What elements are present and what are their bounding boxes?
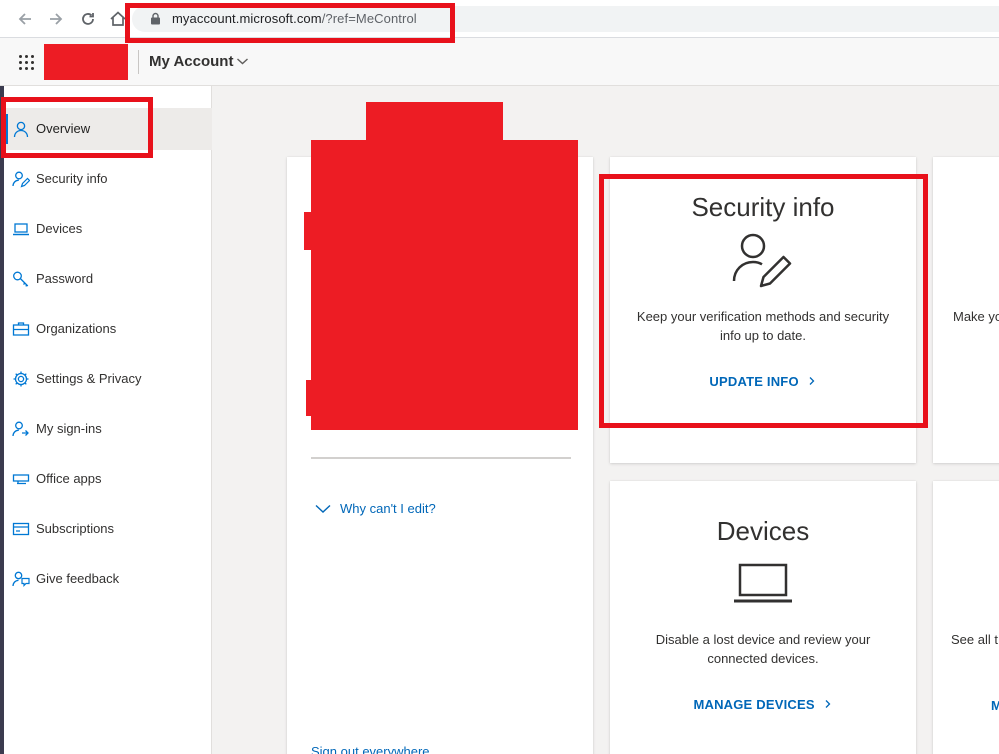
sidebar-item-label: Devices [36,221,83,236]
subscriptions-icon [12,522,30,536]
sidebar-item-label: Security info [36,171,108,186]
app-launcher-icon[interactable] [16,52,38,74]
key-icon [13,271,29,287]
sidebar: Overview Security info Devices Password … [4,86,212,754]
sidebar-item-security-info[interactable]: Security info [4,158,212,200]
sidebar-item-my-sign-ins[interactable]: My sign-ins [4,408,212,450]
sidebar-item-label: Subscriptions [36,521,115,536]
office-apps-icon [12,474,30,485]
laptop-icon [734,563,792,603]
partial-card-bottom[interactable]: See all t M [933,481,999,754]
sidebar-item-label: Office apps [36,471,102,486]
highlight-box-overview [1,97,153,158]
sidebar-item-office-apps[interactable]: Office apps [4,458,212,500]
redacted-profile-info [311,140,578,430]
why-cant-i-edit-link[interactable]: Why can't I edit? [340,501,436,516]
card-description: See all t [951,632,998,647]
sidebar-item-subscriptions[interactable]: Subscriptions [4,508,212,550]
profile-divider [311,457,571,459]
sidebar-item-label: Organizations [36,321,117,336]
card-link[interactable]: M [991,698,999,713]
reload-icon [82,13,94,25]
chevron-right-icon [825,700,830,708]
sidebar-item-give-feedback[interactable]: Give feedback [4,558,212,600]
sidebar-item-label: My sign-ins [36,421,102,436]
redacted-fragment [306,380,316,416]
card-description: Make yo [953,309,999,324]
card-title: Devices [716,516,810,546]
highlight-box-url [125,3,455,43]
forward-button[interactable] [45,8,67,30]
sidebar-item-label: Settings & Privacy [36,371,142,386]
card-description: Disable a lost device and review your co… [655,632,871,666]
person-sign-in-icon [12,421,29,437]
highlight-box-security-info [599,174,928,428]
app-title[interactable]: My Account [149,53,233,70]
laptop-icon [13,223,29,236]
partial-card-top[interactable]: Make yo [933,157,999,463]
sidebar-item-label: Give feedback [36,571,120,586]
app-header: My Account [0,38,999,86]
sidebar-item-settings-privacy[interactable]: Settings & Privacy [4,358,212,400]
arrow-left-icon [18,13,31,25]
sidebar-item-password[interactable]: Password [4,258,212,300]
sign-out-everywhere-link[interactable]: Sign out everywhere [311,744,430,754]
sidebar-item-label: Password [36,271,94,286]
devices-card[interactable]: Devices Disable a lost device and review… [610,481,916,754]
back-button[interactable] [14,8,36,30]
chevron-down-icon[interactable] [236,56,249,66]
link-label: MANAGE DEVICES [693,697,815,712]
briefcase-icon [12,322,30,336]
sidebar-item-devices[interactable]: Devices [4,208,212,250]
sidebar-item-organizations[interactable]: Organizations [4,308,212,350]
gear-icon [13,371,29,387]
feedback-icon [12,571,30,587]
header-divider [138,50,139,74]
chevron-down-icon[interactable] [315,504,331,514]
redacted-logo [44,44,128,80]
redacted-fragment [304,212,316,250]
person-edit-icon [12,171,30,188]
arrow-right-icon [50,13,63,25]
reload-button[interactable] [77,8,99,30]
manage-devices-link[interactable]: MANAGE DEVICES [610,697,916,712]
